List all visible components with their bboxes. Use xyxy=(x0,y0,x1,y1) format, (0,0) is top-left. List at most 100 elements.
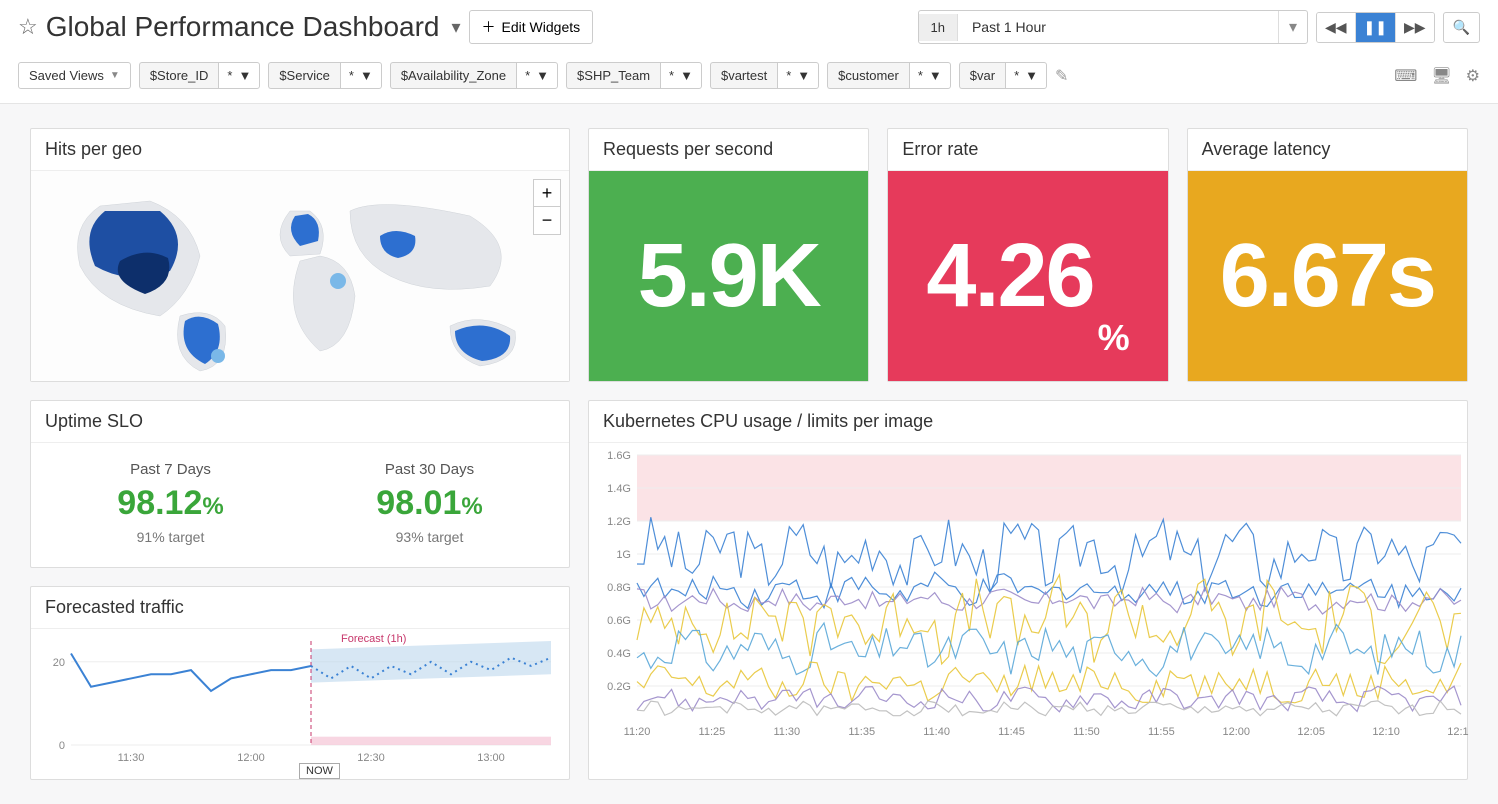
favorite-star-icon[interactable]: ☆ xyxy=(18,14,38,40)
panel-title: Requests per second xyxy=(589,129,868,171)
slo-target: 93% target xyxy=(300,529,559,545)
chevron-down-icon[interactable]: ▾ xyxy=(1278,11,1307,43)
filter-var-store_id[interactable]: $Store_ID* ▼ xyxy=(139,62,260,89)
slo-column: Past 7 Days98.12%91% target xyxy=(41,461,300,545)
forecast-chart[interactable]: 02011:3012:0012:3013:00 xyxy=(41,635,561,765)
panel-title: Hits per geo xyxy=(31,129,569,171)
edit-widgets-label: Edit Widgets xyxy=(502,19,581,35)
plus-icon: ＋ xyxy=(482,17,496,37)
slo-period: Past 30 Days xyxy=(300,461,559,478)
panel-title: Average latency xyxy=(1188,129,1467,171)
panel-forecasted-traffic: Forecasted traffic 02011:3012:0012:3013:… xyxy=(30,586,570,780)
time-range-badge: 1h xyxy=(919,14,958,41)
chevron-down-icon: ▼ xyxy=(929,68,942,83)
gear-icon[interactable]: ⚙ xyxy=(1466,66,1480,86)
filter-bar: Saved Views ▼ $Store_ID* ▼$Service* ▼$Av… xyxy=(0,54,1498,104)
var-name: $Store_ID xyxy=(139,62,219,89)
var-value[interactable]: * ▼ xyxy=(340,62,382,89)
panel-uptime-slo: Uptime SLO Past 7 Days98.12%91% targetPa… xyxy=(30,400,570,568)
forecast-label: Forecast (1h) xyxy=(341,633,406,645)
svg-text:12:15: 12:15 xyxy=(1447,726,1469,738)
panel-title: Kubernetes CPU usage / limits per image xyxy=(589,401,1467,443)
k8s-chart[interactable]: 0.2G0.4G0.6G0.8G1G1.2G1.4G1.6G11:2011:25… xyxy=(599,449,1469,739)
svg-text:1G: 1G xyxy=(616,549,631,561)
chevron-down-icon: ▼ xyxy=(797,68,810,83)
var-name: $vartest xyxy=(710,62,777,89)
edit-widgets-button[interactable]: ＋ Edit Widgets xyxy=(469,10,594,44)
var-value[interactable]: * ▼ xyxy=(909,62,951,89)
svg-text:0.8G: 0.8G xyxy=(607,582,631,594)
var-name: $Service xyxy=(268,62,340,89)
svg-text:11:35: 11:35 xyxy=(848,726,875,738)
var-name: $var xyxy=(959,62,1005,89)
svg-text:1.6G: 1.6G xyxy=(607,450,631,462)
svg-text:1.2G: 1.2G xyxy=(607,516,631,528)
dashboard-grid: Hits per geo xyxy=(0,104,1498,804)
pause-button[interactable]: ❚❚ xyxy=(1355,13,1395,42)
zoom-out-button[interactable]: − xyxy=(533,207,561,235)
filter-var-availability_zone[interactable]: $Availability_Zone* ▼ xyxy=(390,62,558,89)
svg-text:11:25: 11:25 xyxy=(699,726,726,738)
rewind-button[interactable]: ◀◀ xyxy=(1317,13,1355,42)
latency-value: 6.67s xyxy=(1220,225,1435,328)
time-range-picker[interactable]: 1h Past 1 Hour ▾ xyxy=(918,10,1309,44)
filter-var-customer[interactable]: $customer* ▼ xyxy=(827,62,951,89)
filter-var-shp_team[interactable]: $SHP_Team* ▼ xyxy=(566,62,702,89)
panel-requests-per-second: Requests per second 5.9K xyxy=(588,128,869,382)
error-value-box: 4.26 % xyxy=(888,171,1167,381)
rps-value: 5.9K xyxy=(638,225,820,328)
panel-title: Uptime SLO xyxy=(31,401,569,443)
svg-text:11:45: 11:45 xyxy=(998,726,1025,738)
chevron-down-icon: ▼ xyxy=(680,68,693,83)
now-badge: NOW xyxy=(299,763,340,779)
var-name: $Availability_Zone xyxy=(390,62,516,89)
svg-text:20: 20 xyxy=(53,657,65,669)
slo-column: Past 30 Days98.01%93% target xyxy=(300,461,559,545)
filter-var-service[interactable]: $Service* ▼ xyxy=(268,62,382,89)
chevron-down-icon: ▼ xyxy=(110,70,120,81)
edit-filters-icon[interactable]: ✎ xyxy=(1055,66,1068,86)
zoom-in-button[interactable]: + xyxy=(533,179,561,207)
title-dropdown-icon[interactable]: ▾ xyxy=(452,17,461,38)
var-name: $SHP_Team xyxy=(566,62,660,89)
keyboard-icon[interactable]: ⌨ xyxy=(1394,66,1417,86)
dashboard-title: Global Performance Dashboard xyxy=(46,11,440,43)
var-name: $customer xyxy=(827,62,909,89)
panel-title: Error rate xyxy=(888,129,1167,171)
svg-text:12:00: 12:00 xyxy=(1223,726,1251,738)
saved-views-label: Saved Views xyxy=(29,68,104,83)
slo-period: Past 7 Days xyxy=(41,461,300,478)
panel-average-latency: Average latency 6.67s xyxy=(1187,128,1468,382)
svg-text:1.4G: 1.4G xyxy=(607,483,631,495)
svg-text:11:30: 11:30 xyxy=(773,726,800,738)
var-value[interactable]: * ▼ xyxy=(516,62,558,89)
chevron-down-icon: ▼ xyxy=(238,68,251,83)
filter-var-var[interactable]: $var* ▼ xyxy=(959,62,1047,89)
forward-button[interactable]: ▶▶ xyxy=(1395,13,1434,42)
chevron-down-icon: ▼ xyxy=(536,68,549,83)
search-button[interactable]: 🔍 xyxy=(1443,12,1480,43)
svg-text:0: 0 xyxy=(59,740,65,752)
chevron-down-icon: ▼ xyxy=(1025,68,1038,83)
map-zoom-controls: + − xyxy=(533,179,561,235)
latency-value-box: 6.67s xyxy=(1188,171,1467,381)
error-unit: % xyxy=(1098,317,1130,359)
var-value[interactable]: * ▼ xyxy=(218,62,260,89)
filter-var-vartest[interactable]: $vartest* ▼ xyxy=(710,62,819,89)
var-value[interactable]: * ▼ xyxy=(777,62,819,89)
rps-value-box: 5.9K xyxy=(589,171,868,381)
geo-map[interactable]: + − xyxy=(31,171,569,381)
panel-hits-per-geo: Hits per geo xyxy=(30,128,570,382)
svg-text:11:20: 11:20 xyxy=(624,726,651,738)
top-bar: ☆ Global Performance Dashboard ▾ ＋ Edit … xyxy=(0,0,1498,54)
svg-text:0.2G: 0.2G xyxy=(607,681,631,693)
saved-views-dropdown[interactable]: Saved Views ▼ xyxy=(18,62,131,89)
var-value[interactable]: * ▼ xyxy=(660,62,702,89)
svg-text:11:40: 11:40 xyxy=(923,726,950,738)
monitor-icon[interactable]: 🖥 xyxy=(1431,66,1451,86)
svg-text:0.6G: 0.6G xyxy=(607,615,631,627)
time-range-label: Past 1 Hour xyxy=(958,13,1278,41)
var-value[interactable]: * ▼ xyxy=(1005,62,1047,89)
playback-controls: ◀◀ ❚❚ ▶▶ xyxy=(1316,12,1435,43)
svg-text:11:50: 11:50 xyxy=(1073,726,1100,738)
